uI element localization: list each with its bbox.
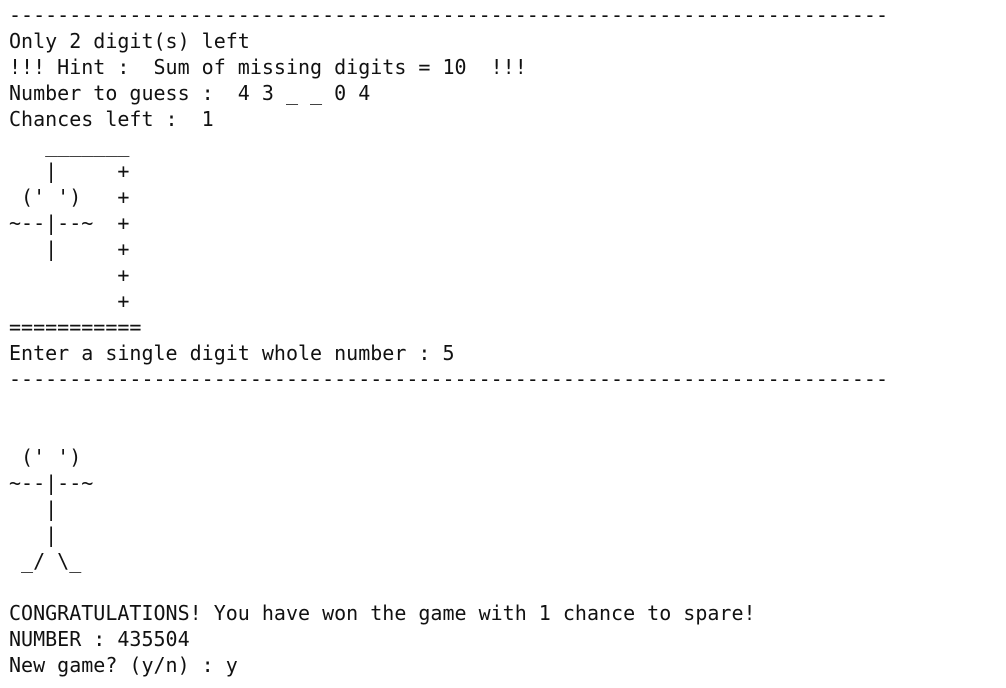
new-game-prompt[interactable]: New game? (y/n) : y: [9, 652, 238, 678]
number-result-text: NUMBER : 435504: [9, 627, 190, 651]
separator-top: ----------------------------------------…: [9, 3, 888, 27]
free-man-body: |: [9, 497, 58, 521]
hangman-arms: ~--|--~ +: [9, 211, 130, 235]
gallows-base: ===========: [9, 315, 142, 339]
gallows-post: +: [9, 289, 130, 313]
free-man-legs: _/ \_: [9, 549, 82, 573]
hangman-head: (' ') +: [9, 185, 130, 209]
input-prompt[interactable]: Enter a single digit whole number : 5: [9, 340, 455, 366]
number-to-guess-text: Number to guess : 4 3 _ _ 0 4: [9, 81, 371, 105]
separator-bottom: ----------------------------------------…: [9, 367, 888, 391]
hint-text: !!! Hint : Sum of missing digits = 10 !!…: [9, 55, 527, 79]
digits-left-text: Only 2 digit(s) left: [9, 29, 250, 53]
gallows-rope: | +: [9, 159, 130, 183]
congratulations-text: CONGRATULATIONS! You have won the game w…: [9, 601, 756, 625]
free-man-head: (' '): [9, 445, 82, 469]
gallows-beam: _______: [9, 133, 130, 157]
terminal-output: ----------------------------------------…: [9, 0, 999, 688]
free-man-body: |: [9, 523, 58, 547]
hangman-body: | +: [9, 237, 130, 261]
gallows-post: +: [9, 263, 130, 287]
free-man-arms: ~--|--~: [9, 471, 94, 495]
chances-left-text: Chances left : 1: [9, 107, 214, 131]
